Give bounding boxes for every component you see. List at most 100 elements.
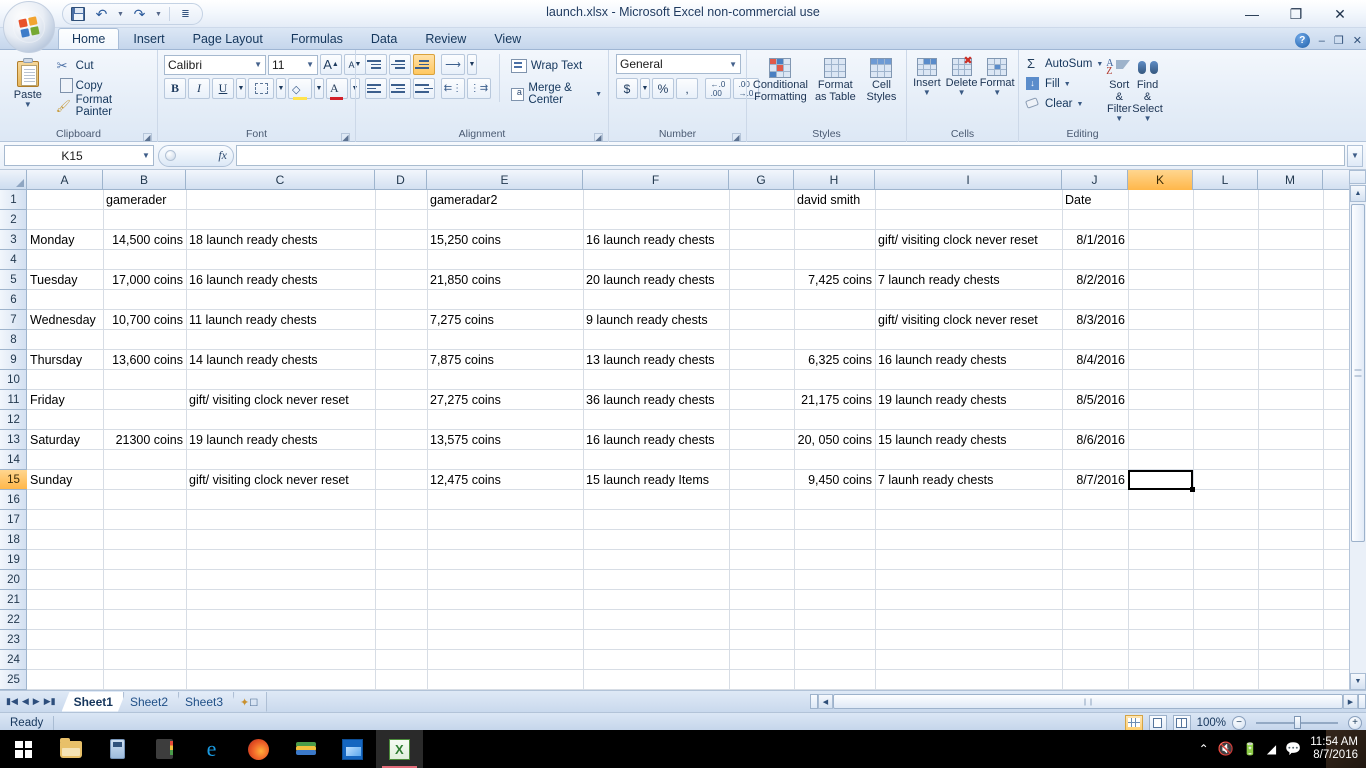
sheet-tab-sheet2[interactable]: Sheet2 <box>117 691 179 712</box>
ribbon-restore-button[interactable]: ❐ <box>1334 34 1344 47</box>
cell-H15[interactable]: 9,450 coins <box>794 470 875 490</box>
cell-I11[interactable]: 19 launch ready chests <box>875 390 1010 410</box>
cell-I5[interactable]: 7 launch ready chests <box>875 270 1003 290</box>
borders-dropdown-icon[interactable]: ▼ <box>276 78 286 99</box>
cell-H9[interactable]: 6,325 coins <box>794 350 875 370</box>
row-header-9[interactable]: 9 <box>0 350 27 370</box>
cell-J5[interactable]: 8/2/2016 <box>1062 270 1128 290</box>
row-header-21[interactable]: 21 <box>0 590 27 610</box>
row-header-6[interactable]: 6 <box>0 290 27 310</box>
tab-review[interactable]: Review <box>411 28 480 49</box>
cell-H1[interactable]: david smith <box>794 190 863 210</box>
clear-button[interactable]: Clear ▼ <box>1022 94 1106 114</box>
bold-button[interactable]: B <box>164 78 186 99</box>
vertical-scroll-thumb[interactable] <box>1351 204 1365 542</box>
volume-muted-icon[interactable]: 🔇 <box>1218 741 1234 757</box>
row-header-12[interactable]: 12 <box>0 410 27 430</box>
close-button[interactable]: ✕ <box>1318 0 1362 28</box>
cell-F13[interactable]: 16 launch ready chests <box>583 430 718 450</box>
cell-H5[interactable]: 7,425 coins <box>794 270 875 290</box>
fill-handle[interactable] <box>1190 487 1195 492</box>
column-header-d[interactable]: D <box>375 170 427 190</box>
paste-button[interactable]: Paste ▼ <box>3 54 53 109</box>
page-layout-view-icon[interactable] <box>1148 714 1167 731</box>
column-header-h[interactable]: H <box>794 170 875 190</box>
cell-E5[interactable]: 21,850 coins <box>427 270 504 290</box>
photo-app-button[interactable] <box>329 730 376 768</box>
cell-selection-box[interactable] <box>1128 470 1193 490</box>
ribbon-close-button[interactable]: ✕ <box>1353 34 1362 47</box>
cut-button[interactable]: Cut <box>53 56 154 76</box>
cell-F3[interactable]: 16 launch ready chests <box>583 230 718 250</box>
show-hidden-icons-icon[interactable]: ⌃ <box>1199 742 1209 756</box>
format-cells-button[interactable]: Format ▼ <box>979 56 1015 97</box>
cell-F11[interactable]: 36 launch ready chests <box>583 390 718 410</box>
row-header-17[interactable]: 17 <box>0 510 27 530</box>
row-header-1[interactable]: 1 <box>0 190 27 210</box>
next-sheet-button[interactable]: ▶ <box>33 696 40 707</box>
tab-data[interactable]: Data <box>357 28 411 49</box>
sheet-tab-sheet3[interactable]: Sheet3 <box>173 691 235 712</box>
currency-dropdown-icon[interactable]: ▼ <box>640 78 650 99</box>
row-header-19[interactable]: 19 <box>0 550 27 570</box>
cell-A7[interactable]: Wednesday <box>27 310 99 330</box>
format-as-table-button[interactable]: Format as Table <box>811 56 860 103</box>
cell-J11[interactable]: 8/5/2016 <box>1062 390 1128 410</box>
borders-button[interactable] <box>248 78 274 99</box>
file-explorer-button[interactable] <box>47 730 94 768</box>
restore-button[interactable]: ❐ <box>1274 0 1318 28</box>
excel-button[interactable] <box>376 730 423 768</box>
row-header-15[interactable]: 15 <box>0 470 27 490</box>
autosum-button[interactable]: Σ AutoSum ▼ <box>1022 54 1106 74</box>
edge-button[interactable]: e <box>188 730 235 768</box>
expand-formula-bar-icon[interactable]: ▼ <box>1347 144 1363 167</box>
row-header-3[interactable]: 3 <box>0 230 27 250</box>
cell-I15[interactable]: 7 launh ready chests <box>875 470 996 490</box>
cell-E13[interactable]: 13,575 coins <box>427 430 504 450</box>
number-dialog-launcher[interactable]: ◢ <box>732 133 741 142</box>
cell-area[interactable]: gamerader gameradar2 david smith Date Monday… <box>27 190 1349 690</box>
wrap-text-button[interactable]: Wrap Text <box>508 56 605 76</box>
cell-E15[interactable]: 12,475 coins <box>427 470 504 490</box>
orientation-button[interactable]: ⟶ <box>441 54 465 75</box>
percent-button[interactable]: % <box>652 78 674 99</box>
cell-F7[interactable]: 9 launch ready chests <box>583 310 711 330</box>
cell-E9[interactable]: 7,875 coins <box>427 350 497 370</box>
row-header-16[interactable]: 16 <box>0 490 27 510</box>
cell-A5[interactable]: Tuesday <box>27 270 80 290</box>
redo-dropdown-icon[interactable]: ▼ <box>155 6 162 23</box>
cell-J15[interactable]: 8/7/2016 <box>1062 470 1128 490</box>
scroll-right-button[interactable]: ▶ <box>1343 694 1358 709</box>
cell-B9[interactable]: 13,600 coins <box>103 350 186 370</box>
font-color-button[interactable]: A <box>326 78 348 100</box>
clock[interactable]: 11:54 AM 8/7/2016 <box>1310 736 1358 762</box>
tab-page-layout[interactable]: Page Layout <box>179 28 277 49</box>
bluestacks-button[interactable] <box>282 730 329 768</box>
row-header-20[interactable]: 20 <box>0 570 27 590</box>
column-header-e[interactable]: E <box>427 170 583 190</box>
customize-qat-icon[interactable]: ≣ <box>177 6 194 23</box>
cell-F5[interactable]: 20 launch ready chests <box>583 270 718 290</box>
cell-A15[interactable]: Sunday <box>27 470 75 490</box>
battery-icon[interactable]: 🔋 <box>1243 742 1258 756</box>
column-header-l[interactable]: L <box>1193 170 1258 190</box>
increase-indent-button[interactable]: ⋮⇉ <box>467 78 491 99</box>
fill-button[interactable]: ↓ Fill ▼ <box>1022 74 1106 94</box>
align-middle-button[interactable] <box>389 54 411 75</box>
column-header-j[interactable]: J <box>1062 170 1128 190</box>
vertical-split-handle[interactable] <box>1349 170 1366 184</box>
ribbon-minimize-button[interactable]: – <box>1319 35 1325 47</box>
insert-cells-button[interactable]: Insert ▼ <box>910 56 944 97</box>
zoom-in-button[interactable]: + <box>1348 715 1362 730</box>
cell-E3[interactable]: 15,250 coins <box>427 230 504 250</box>
row-header-13[interactable]: 13 <box>0 430 27 450</box>
column-header-f[interactable]: F <box>583 170 729 190</box>
insert-function-icon[interactable]: fx <box>218 148 227 163</box>
italic-button[interactable]: I <box>188 78 210 99</box>
name-box[interactable]: K15 ▼ <box>4 145 154 166</box>
cell-B7[interactable]: 10,700 coins <box>103 310 186 330</box>
undo-dropdown-icon[interactable]: ▼ <box>117 6 124 23</box>
column-header-k[interactable]: K <box>1128 170 1193 190</box>
cell-J13[interactable]: 8/6/2016 <box>1062 430 1128 450</box>
grow-font-button[interactable]: A ▲ <box>320 54 342 75</box>
